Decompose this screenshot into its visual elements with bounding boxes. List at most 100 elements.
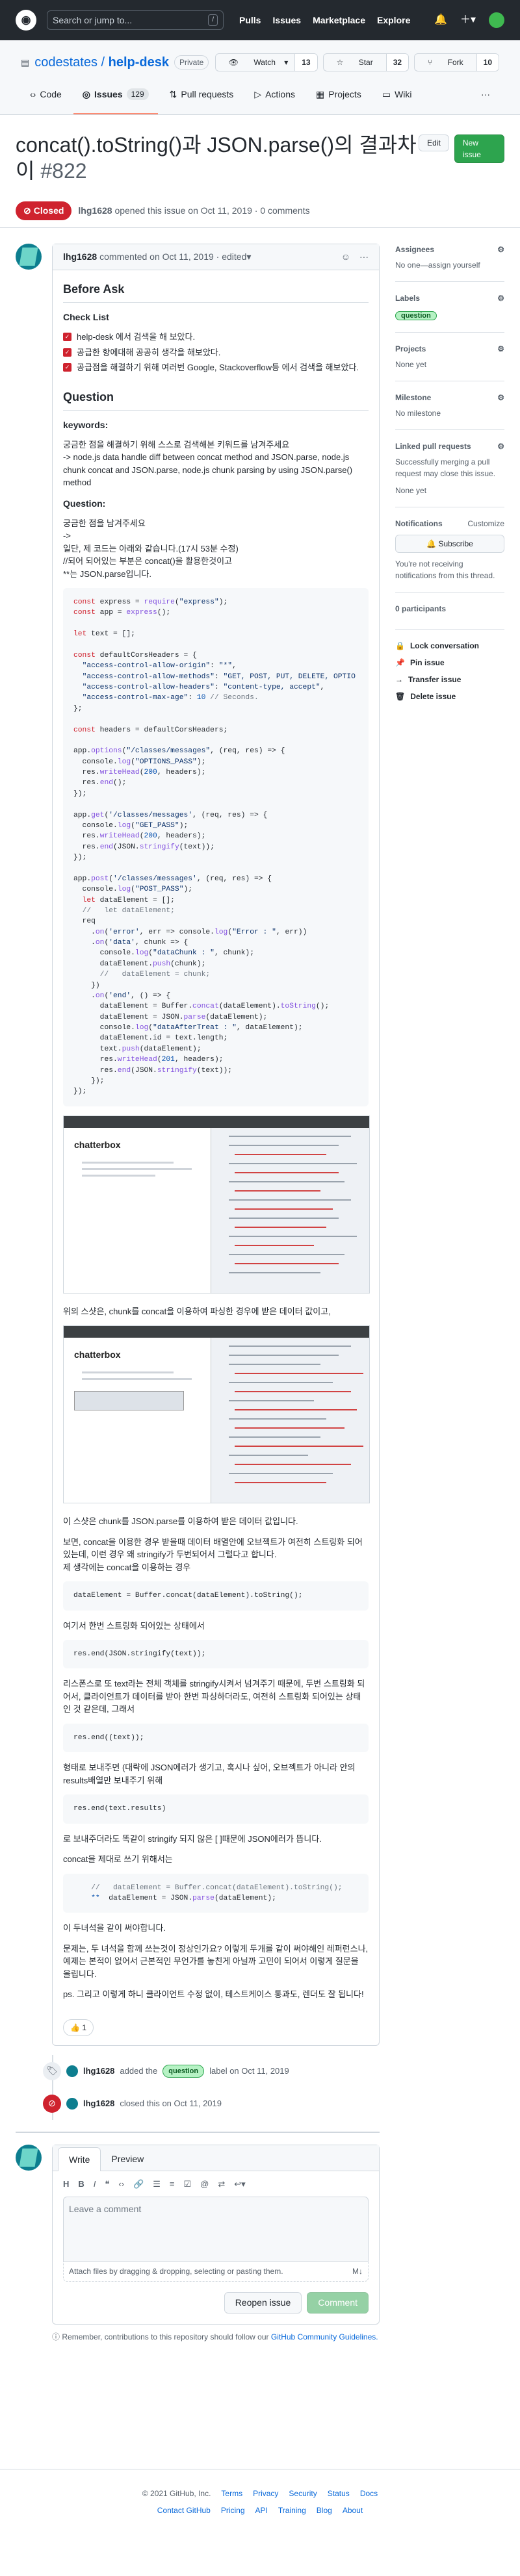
footer-link-api[interactable]: API	[255, 2505, 268, 2516]
smiley-icon[interactable]: ☺	[341, 250, 350, 264]
label-event: 🏷 lhg1628 added the question label on Oc…	[43, 2054, 380, 2087]
customize-link[interactable]: Customize	[467, 518, 504, 529]
comment-textarea[interactable]: Leave a comment	[63, 2197, 369, 2262]
tab-wiki[interactable]: ▭ Wiki	[373, 83, 421, 114]
projects-heading[interactable]: Projects	[395, 343, 426, 355]
tab-projects[interactable]: ▦ Projects	[307, 83, 370, 114]
pin-issue-button[interactable]: 📌 Pin issue	[395, 657, 504, 669]
footer-link-pricing[interactable]: Pricing	[221, 2505, 245, 2516]
code-icon[interactable]: ‹›	[118, 2178, 124, 2191]
tab-code[interactable]: ‹› Code	[21, 83, 71, 114]
lock-conversation-button[interactable]: 🔒 Lock conversation	[395, 640, 504, 652]
more-tabs-icon[interactable]: ···	[472, 83, 499, 114]
heading-icon[interactable]: H	[63, 2178, 69, 2191]
kebab-icon[interactable]: ···	[359, 250, 369, 264]
linked-prs-heading[interactable]: Linked pull requests	[395, 440, 471, 452]
issue-meta: ⊘ Closed lhg1628 opened this issue on Oct…	[0, 194, 520, 228]
tab-label: Pull requests	[181, 88, 234, 99]
repo-name-link[interactable]: help-desk	[109, 55, 169, 70]
keywords-paragraph: 궁금한 점을 해결하기 위해 스스로 검색해본 키워드를 남겨주세요 -> no…	[63, 439, 353, 488]
comment-author[interactable]: lhg1628	[63, 250, 97, 264]
footer-link-docs[interactable]: Docs	[360, 2488, 378, 2499]
star-button[interactable]: ☆ Star 32	[322, 53, 410, 71]
avatar[interactable]	[66, 2097, 78, 2110]
italic-icon[interactable]: I	[94, 2178, 96, 2191]
bold-icon[interactable]: B	[78, 2178, 84, 2191]
linked-prs-note: Successfully merging a pull request may …	[395, 457, 496, 478]
link-icon[interactable]: 🔗	[133, 2178, 144, 2191]
nav-explore[interactable]: Explore	[377, 14, 410, 27]
comment-submit-button[interactable]: Comment	[307, 2292, 369, 2314]
subscribe-label: Subscribe	[438, 539, 473, 548]
footer-link-security[interactable]: Security	[289, 2488, 317, 2499]
user-avatar[interactable]	[489, 12, 504, 28]
trash-icon: 🗑	[395, 692, 406, 701]
fork-icon: ⑂	[428, 58, 433, 67]
numbered-list-icon[interactable]: ≡	[170, 2178, 175, 2191]
tab-write[interactable]: Write	[58, 2147, 101, 2171]
subscribe-button[interactable]: 🔔 Subscribe	[395, 535, 504, 553]
task-list-icon[interactable]: ☑	[184, 2178, 192, 2191]
nav-marketplace[interactable]: Marketplace	[313, 14, 365, 27]
footer-link-blog[interactable]: Blog	[317, 2505, 332, 2516]
gear-icon[interactable]: ⚙	[497, 244, 504, 255]
comment-meta[interactable]: commented on Oct 11, 2019 · edited	[99, 250, 246, 264]
assignees-value[interactable]: No one—assign yourself	[395, 259, 504, 271]
quote-icon[interactable]: ❝	[105, 2178, 109, 2191]
footer-link-contact[interactable]: Contact GitHub	[157, 2505, 211, 2516]
avatar[interactable]	[16, 244, 42, 270]
reopen-issue-button[interactable]: Reopen issue	[224, 2292, 302, 2314]
state-text: Closed	[33, 205, 64, 216]
author-link[interactable]: lhg1628	[78, 205, 112, 216]
fork-button[interactable]: ⑂ Fork 10	[414, 53, 499, 71]
gear-icon[interactable]: ⚙	[497, 392, 504, 403]
footer-link-terms[interactable]: Terms	[221, 2488, 242, 2499]
github-logo-icon[interactable]: ◉	[16, 10, 36, 31]
repo-owner-link[interactable]: codestates	[34, 55, 98, 70]
tab-actions[interactable]: ▷ Actions	[245, 83, 304, 114]
edit-title-button[interactable]: Edit	[419, 134, 449, 151]
assignees-heading[interactable]: Assignees	[395, 244, 434, 255]
footer-link-training[interactable]: Training	[278, 2505, 306, 2516]
footer-link-status[interactable]: Status	[328, 2488, 350, 2499]
labels-heading[interactable]: Labels	[395, 292, 420, 304]
star-count[interactable]: 32	[385, 54, 409, 71]
avatar[interactable]	[16, 2144, 42, 2171]
reply-icon[interactable]: ↩▾	[234, 2178, 245, 2191]
tab-preview[interactable]: Preview	[101, 2147, 154, 2171]
heading-question: Question	[63, 389, 369, 411]
plus-icon[interactable]: ＋▾	[460, 12, 476, 28]
event-user[interactable]: lhg1628	[83, 2065, 114, 2078]
gear-icon[interactable]: ⚙	[497, 343, 504, 355]
tab-pull-requests[interactable]: ⇅ Pull requests	[161, 83, 243, 114]
cross-reference-icon[interactable]: ⇄	[218, 2178, 225, 2191]
footer-link-privacy[interactable]: Privacy	[253, 2488, 278, 2499]
new-issue-button[interactable]: New issue	[454, 134, 504, 163]
guidelines-link[interactable]: GitHub Community Guidelines.	[271, 2332, 378, 2341]
bulleted-list-icon[interactable]: ☰	[153, 2178, 161, 2191]
avatar[interactable]	[66, 2065, 78, 2077]
mention-icon[interactable]: @	[200, 2178, 209, 2191]
search-input[interactable]: Search or jump to... /	[47, 10, 224, 30]
transfer-issue-button[interactable]: → Transfer issue	[395, 674, 504, 685]
nav-pulls[interactable]: Pulls	[239, 14, 261, 27]
paragraph-explain-4: 형태로 보내주면 (대략에 JSON에러가 생기고, 혹시나 싶어, 오브젝트가…	[63, 1763, 356, 1785]
fork-count[interactable]: 10	[476, 54, 499, 71]
nav-issues[interactable]: Issues	[272, 14, 301, 27]
watch-button[interactable]: 👁 Watch ▾ 13	[214, 53, 318, 71]
delete-issue-button[interactable]: 🗑 Delete issue	[395, 691, 504, 702]
bell-icon[interactable]: 🔔	[434, 12, 447, 28]
footer-link-about[interactable]: About	[343, 2505, 363, 2516]
tab-label: Code	[40, 88, 62, 99]
gear-icon[interactable]: ⚙	[497, 440, 504, 452]
label-question[interactable]: question	[395, 311, 437, 320]
milestone-heading[interactable]: Milestone	[395, 392, 431, 403]
thumbs-up-reaction[interactable]: 👍 1	[63, 2019, 94, 2036]
tab-issues[interactable]: ◎ Issues 129	[73, 83, 158, 114]
participants-heading: 0 participants	[395, 604, 447, 613]
watch-count[interactable]: 13	[294, 54, 317, 71]
gear-icon[interactable]: ⚙	[497, 292, 504, 304]
attach-files-area[interactable]: Attach files by dragging & dropping, sel…	[63, 2262, 369, 2282]
label-badge[interactable]: question	[162, 2064, 205, 2078]
event-user[interactable]: lhg1628	[83, 2097, 114, 2110]
